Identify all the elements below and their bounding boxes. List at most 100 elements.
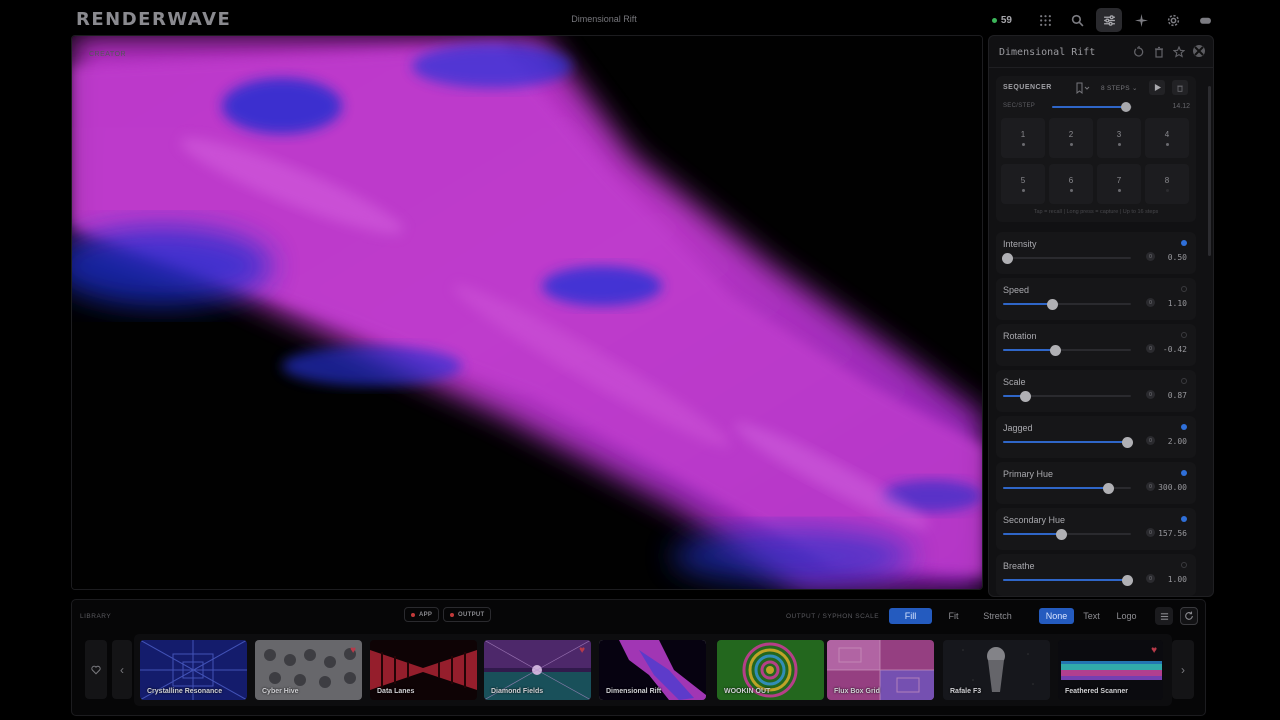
param-lock-button[interactable]: 0	[1146, 390, 1155, 399]
sec-step-slider[interactable]	[1052, 102, 1132, 112]
render-canvas[interactable]: CREATOR	[71, 35, 983, 590]
param-scale: Scale 0 0.87	[996, 370, 1196, 412]
sequencer-clear-button[interactable]	[1172, 80, 1188, 95]
param-slider-thumb[interactable]	[1046, 299, 1058, 310]
steps-dropdown[interactable]: 8 STEPS ⌄	[1101, 84, 1138, 92]
param-slider[interactable]	[1003, 391, 1131, 402]
modulation-toggle[interactable]	[1181, 332, 1187, 338]
sparkle-icon[interactable]	[1128, 8, 1154, 32]
param-lock-button[interactable]: 0	[1146, 344, 1155, 353]
overlay-option-text[interactable]: Text	[1074, 608, 1109, 624]
star-icon[interactable]	[1172, 45, 1186, 63]
modulation-toggle[interactable]	[1181, 424, 1187, 430]
sequencer-step-5[interactable]: 5	[1001, 164, 1045, 204]
preset-diamond-fields[interactable]: ♥ Diamond Fields	[484, 640, 591, 700]
param-slider-thumb[interactable]	[1019, 391, 1031, 402]
param-slider-fill	[1003, 487, 1108, 489]
step-indicator-dot	[1117, 189, 1121, 192]
param-jagged: Jagged 0 2.00	[996, 416, 1196, 458]
overlay-option-none[interactable]: None	[1039, 608, 1074, 624]
param-slider[interactable]	[1001, 253, 1131, 264]
scroll-left-button[interactable]: ‹	[112, 640, 132, 699]
param-slider[interactable]	[1003, 437, 1134, 448]
param-slider[interactable]	[1003, 345, 1131, 356]
preset-rafale-f3[interactable]: Rafale F3	[943, 640, 1050, 700]
param-lock-button[interactable]: 0	[1146, 298, 1155, 307]
trash-icon[interactable]	[1153, 45, 1165, 63]
gamepad-icon[interactable]	[1192, 8, 1218, 32]
preset-dimensional-rift[interactable]: Dimensional Rift	[599, 640, 706, 700]
grid-icon[interactable]	[1032, 8, 1058, 32]
overlay-mode-selector: None Text Logo	[1039, 608, 1144, 624]
param-lock-button[interactable]: 0	[1146, 574, 1155, 583]
param-slider[interactable]	[1003, 299, 1131, 310]
favorite-heart-icon[interactable]: ♥	[579, 645, 585, 656]
sec-step-slider-thumb[interactable]	[1121, 102, 1132, 112]
document-title: Dimensional Rift	[571, 14, 637, 24]
modulation-toggle[interactable]	[1181, 240, 1187, 246]
preset-crystalline-resonance[interactable]: Crystalline Resonance	[140, 640, 247, 700]
favorite-heart-icon[interactable]: ♥	[350, 645, 356, 656]
param-slider-thumb[interactable]	[1050, 345, 1062, 356]
sequencer-step-4[interactable]: 4	[1145, 118, 1189, 158]
chevron-left-icon: ‹	[120, 662, 124, 677]
overlay-option-logo[interactable]: Logo	[1109, 608, 1144, 624]
search-icon[interactable]	[1064, 8, 1090, 32]
param-slider[interactable]	[1003, 529, 1131, 540]
favorite-heart-icon[interactable]: ♥	[1151, 645, 1157, 656]
preset-wookin-out[interactable]: WOOKIN OUT	[717, 640, 824, 700]
close-icon[interactable]	[1193, 45, 1205, 57]
param-lock-button[interactable]: 0	[1146, 436, 1155, 445]
preset-flux-box-grid[interactable]: Flux Box Grid	[827, 640, 934, 700]
bookmark-icon[interactable]	[1074, 81, 1092, 95]
param-intensity: Intensity 0 0.50	[996, 232, 1196, 274]
param-slider-thumb[interactable]	[1102, 483, 1114, 494]
app-toggle[interactable]: APP	[404, 607, 440, 622]
modulation-toggle[interactable]	[1181, 516, 1187, 522]
param-value: 0.87	[1167, 391, 1187, 400]
param-slider[interactable]	[1003, 575, 1134, 586]
param-lock-button[interactable]: 0	[1146, 252, 1155, 261]
scale-option-fit[interactable]: Fit	[932, 608, 975, 624]
preset-data-lanes[interactable]: Data Lanes	[370, 640, 477, 700]
param-slider[interactable]	[1003, 483, 1131, 494]
output-toggle[interactable]: OUTPUT	[443, 607, 492, 622]
param-name: Speed	[1003, 285, 1030, 295]
sequencer-step-1[interactable]: 1	[1001, 118, 1045, 158]
step-number: 8	[1164, 176, 1170, 185]
favorites-button[interactable]	[85, 640, 107, 699]
preset-cyber-hive[interactable]: ♥ Cyber Hive	[255, 640, 362, 700]
modulation-toggle[interactable]	[1181, 562, 1187, 568]
fps-value: 59	[1000, 14, 1012, 26]
param-slider-thumb[interactable]	[1001, 253, 1013, 264]
modulation-toggle[interactable]	[1181, 378, 1187, 384]
preset-name: Feathered Scanner	[1065, 688, 1129, 695]
preset-name: Data Lanes	[377, 688, 415, 695]
param-lock-button[interactable]: 0	[1146, 482, 1155, 491]
scale-option-fill[interactable]: Fill	[889, 608, 932, 624]
panel-scrollbar[interactable]	[1208, 86, 1211, 256]
list-view-button[interactable]	[1155, 607, 1173, 625]
scale-option-stretch[interactable]: Stretch	[975, 608, 1020, 624]
sequencer-step-7[interactable]: 7	[1097, 164, 1141, 204]
sequencer-step-6[interactable]: 6	[1049, 164, 1093, 204]
play-button[interactable]	[1149, 80, 1165, 95]
modulation-toggle[interactable]	[1181, 470, 1187, 476]
param-lock-button[interactable]: 0	[1146, 528, 1155, 537]
param-slider-thumb[interactable]	[1055, 529, 1067, 540]
sequencer-step-2[interactable]: 2	[1049, 118, 1093, 158]
step-number: 1	[1020, 130, 1026, 139]
sliders-icon[interactable]	[1096, 8, 1122, 32]
refresh-button[interactable]	[1180, 607, 1198, 625]
sequencer-step-8[interactable]: 8	[1145, 164, 1189, 204]
reset-icon[interactable]	[1133, 45, 1145, 63]
preset-feathered-scanner[interactable]: ♥ Feathered Scanner	[1058, 640, 1163, 700]
sequencer-label: SEQUENCER	[1003, 84, 1052, 91]
scroll-right-button[interactable]: ›	[1172, 640, 1194, 699]
param-slider-thumb[interactable]	[1122, 437, 1134, 448]
param-slider-thumb[interactable]	[1122, 575, 1134, 586]
preset-name: Diamond Fields	[491, 688, 544, 695]
sequencer-step-3[interactable]: 3	[1097, 118, 1141, 158]
gear-icon[interactable]	[1160, 8, 1186, 32]
modulation-toggle[interactable]	[1181, 286, 1187, 292]
